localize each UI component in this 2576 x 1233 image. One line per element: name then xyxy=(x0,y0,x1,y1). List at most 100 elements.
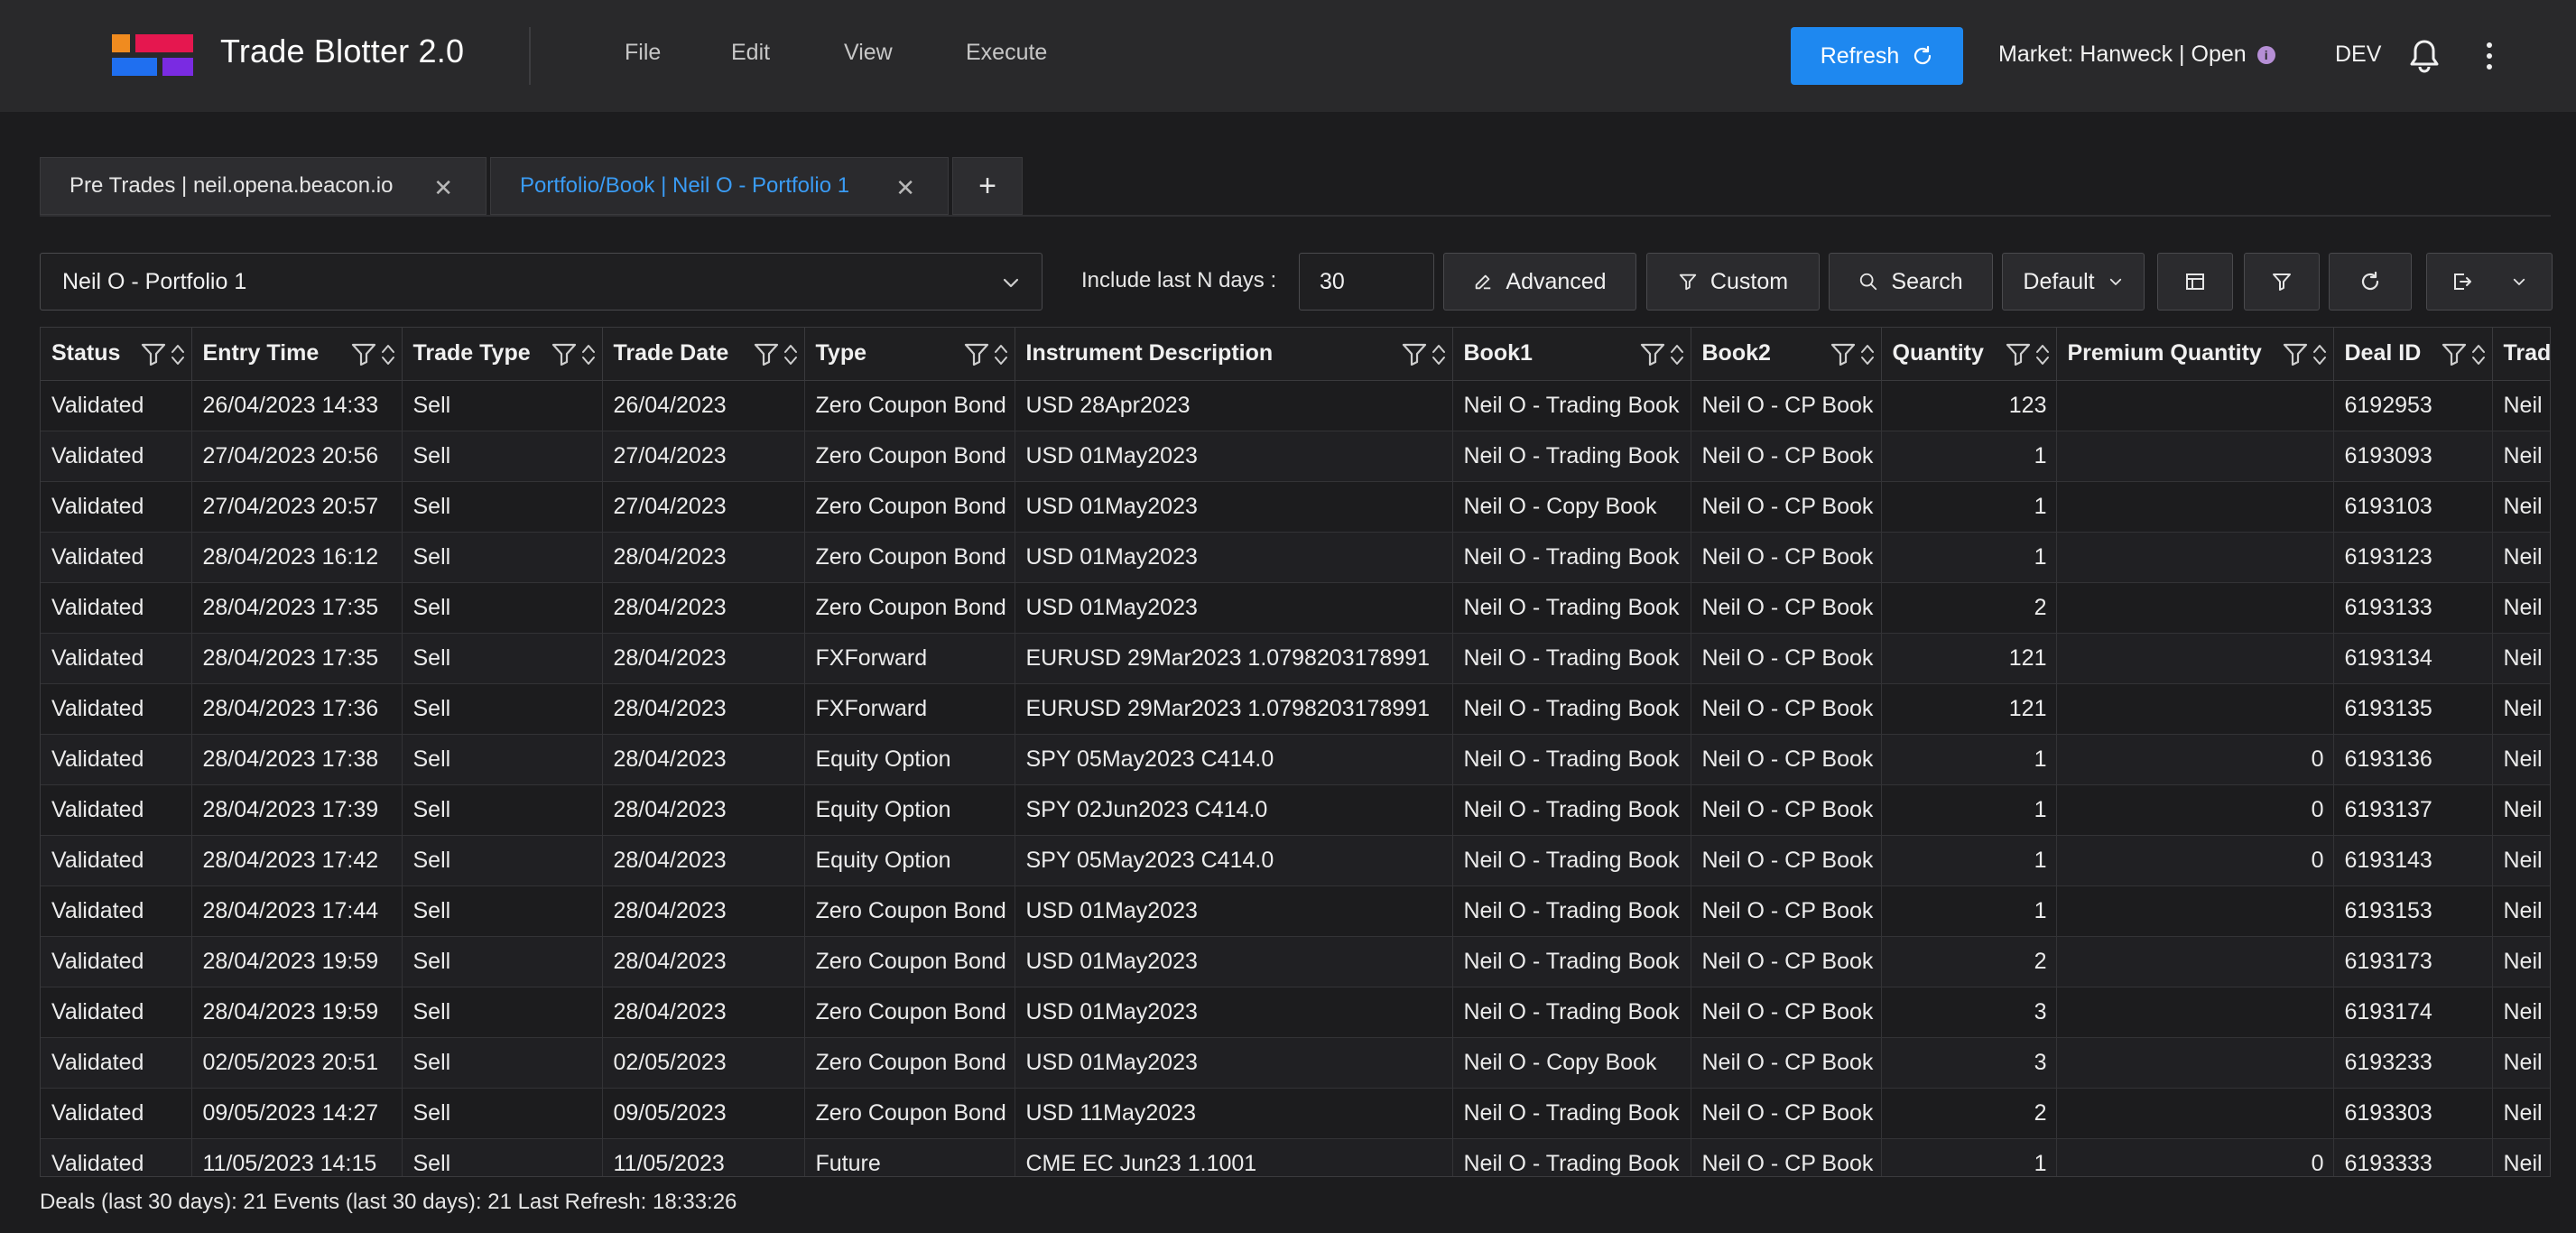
bell-icon[interactable] xyxy=(2408,38,2441,74)
table-cell: Zero Coupon Bond xyxy=(804,1088,1015,1139)
table-cell: 11/05/2023 xyxy=(602,1138,805,1176)
column-header[interactable]: Status xyxy=(41,328,192,381)
filter-icon[interactable] xyxy=(2283,342,2308,374)
info-icon[interactable]: i xyxy=(2256,45,2275,64)
table-cell: Validated xyxy=(41,835,192,886)
column-header[interactable]: Premium Quantity xyxy=(2056,328,2334,381)
table-cell: 27/04/2023 20:56 xyxy=(191,431,403,482)
refresh-button[interactable]: Refresh xyxy=(1791,27,1963,85)
table-row[interactable]: Validated 09/05/2023 14:27 Sell 09/05/2023 Z… xyxy=(41,1088,2550,1139)
ndays-input[interactable] xyxy=(1299,253,1434,311)
table-row[interactable]: Validated 28/04/2023 16:12 Sell 28/04/2023 Z… xyxy=(41,532,2550,583)
sort-icon[interactable] xyxy=(580,342,597,374)
table-row[interactable]: Validated 28/04/2023 17:36 Sell 28/04/2023 F… xyxy=(41,683,2550,735)
sort-icon[interactable] xyxy=(1431,342,1447,374)
table-cell: 02/05/2023 xyxy=(602,1037,805,1089)
table-row[interactable]: Validated 28/04/2023 17:38 Sell 28/04/2023 E… xyxy=(41,734,2550,785)
filter-icon[interactable] xyxy=(1402,342,1427,374)
advanced-button[interactable]: Advanced xyxy=(1443,253,1636,311)
table-cell: 28/04/2023 xyxy=(602,633,805,684)
filter-icon[interactable] xyxy=(2442,342,2467,374)
table-row[interactable]: Validated 11/05/2023 14:15 Sell 11/05/2023 F… xyxy=(41,1138,2550,1176)
tab-pre-trades[interactable]: Pre Trades | neil.opena.beacon.io ✕ xyxy=(40,157,486,215)
close-icon[interactable]: ✕ xyxy=(433,174,453,202)
custom-filter-button[interactable]: Custom xyxy=(1646,253,1820,311)
table-row[interactable]: Validated 26/04/2023 14:33 Sell 26/04/2023 Z… xyxy=(41,380,2550,431)
table-cell: Neil xyxy=(2492,1037,2550,1089)
menu-view[interactable]: View xyxy=(844,40,893,66)
column-header-label: Quantity xyxy=(1892,340,1984,366)
column-header[interactable]: Book1 xyxy=(1452,328,1691,381)
portfolio-select[interactable]: Neil O - Portfolio 1 xyxy=(40,253,1042,311)
tab-portfolio-book[interactable]: Portfolio/Book | Neil O - Portfolio 1 ✕ xyxy=(490,157,949,215)
top-bar: Trade Blotter 2.0 File Edit View Execute… xyxy=(0,0,2576,112)
table-cell: Zero Coupon Bond xyxy=(804,481,1015,533)
sort-icon[interactable] xyxy=(2312,342,2328,374)
column-header[interactable]: Trad xyxy=(2492,328,2550,381)
column-header[interactable]: Type xyxy=(804,328,1015,381)
column-header[interactable]: Entry Time xyxy=(191,328,403,381)
filter-icon[interactable] xyxy=(351,342,376,374)
table-row[interactable]: Validated 28/04/2023 19:59 Sell 28/04/2023 Z… xyxy=(41,936,2550,987)
filter-icon[interactable] xyxy=(141,342,166,374)
filter-icon[interactable] xyxy=(964,342,989,374)
table-cell: USD 01May2023 xyxy=(1015,885,1453,937)
menu-execute[interactable]: Execute xyxy=(966,40,1047,66)
layout-select[interactable]: Default xyxy=(2002,253,2145,311)
sort-icon[interactable] xyxy=(1859,342,1876,374)
more-options-icon[interactable] xyxy=(2479,40,2500,72)
table-row[interactable]: Validated 28/04/2023 17:42 Sell 28/04/2023 E… xyxy=(41,835,2550,886)
column-header[interactable]: Trade Date xyxy=(602,328,805,381)
table-cell: Neil O - Trading Book xyxy=(1452,431,1691,482)
table-row[interactable]: Validated 28/04/2023 17:39 Sell 28/04/2023 E… xyxy=(41,784,2550,836)
table-row[interactable]: Validated 27/04/2023 20:57 Sell 27/04/2023 Z… xyxy=(41,481,2550,533)
search-button[interactable]: Search xyxy=(1829,253,1993,311)
column-header-label: Trade Date xyxy=(613,340,729,366)
filter-toggle-button[interactable] xyxy=(2244,253,2320,311)
column-header[interactable]: Book2 xyxy=(1691,328,1882,381)
table-cell: 28/04/2023 17:36 xyxy=(191,683,403,735)
table-row[interactable]: Validated 02/05/2023 20:51 Sell 02/05/2023 Z… xyxy=(41,1037,2550,1089)
grid-refresh-button[interactable] xyxy=(2329,253,2412,311)
column-header[interactable]: Quantity xyxy=(1881,328,2057,381)
filter-icon[interactable] xyxy=(754,342,779,374)
table-cell: Neil xyxy=(2492,1088,2550,1139)
column-header-icons xyxy=(2442,342,2487,374)
table-row[interactable]: Validated 28/04/2023 17:35 Sell 28/04/2023 Z… xyxy=(41,582,2550,634)
filter-icon[interactable] xyxy=(1640,342,1665,374)
table-cell: 28/04/2023 17:35 xyxy=(191,633,403,684)
sort-icon[interactable] xyxy=(170,342,186,374)
table-row[interactable]: Validated 28/04/2023 17:35 Sell 28/04/2023 F… xyxy=(41,633,2550,684)
sort-icon[interactable] xyxy=(993,342,1009,374)
filter-icon[interactable] xyxy=(1830,342,1856,374)
sort-icon[interactable] xyxy=(1669,342,1685,374)
close-icon[interactable]: ✕ xyxy=(895,174,915,202)
sort-icon[interactable] xyxy=(783,342,799,374)
columns-button[interactable] xyxy=(2157,253,2233,311)
table-cell: 0 xyxy=(2056,1138,2334,1176)
table-cell: USD 01May2023 xyxy=(1015,1037,1453,1089)
table-row[interactable]: Validated 28/04/2023 19:59 Sell 28/04/2023 Z… xyxy=(41,987,2550,1038)
app-logo xyxy=(112,34,193,76)
table-row[interactable]: Validated 28/04/2023 17:44 Sell 28/04/2023 Z… xyxy=(41,885,2550,937)
sort-icon[interactable] xyxy=(2034,342,2051,374)
column-header-label: Book2 xyxy=(1701,340,1771,366)
add-tab-button[interactable]: + xyxy=(952,157,1023,215)
column-header[interactable]: Trade Type xyxy=(402,328,603,381)
column-header-icons xyxy=(1402,342,1447,374)
table-cell: Neil O - CP Book xyxy=(1691,987,1882,1038)
export-button[interactable] xyxy=(2426,253,2553,311)
sort-icon[interactable] xyxy=(380,342,396,374)
filter-icon[interactable] xyxy=(2006,342,2031,374)
advanced-label: Advanced xyxy=(1506,268,1607,294)
menu-file[interactable]: File xyxy=(625,40,661,66)
table-cell: Validated xyxy=(41,1138,192,1176)
table-cell: 6193173 xyxy=(2333,936,2493,987)
table-cell: Neil xyxy=(2492,431,2550,482)
column-header[interactable]: Instrument Description xyxy=(1015,328,1453,381)
sort-icon[interactable] xyxy=(2470,342,2487,374)
table-row[interactable]: Validated 27/04/2023 20:56 Sell 27/04/2023 Z… xyxy=(41,431,2550,482)
column-header[interactable]: Deal ID xyxy=(2333,328,2493,381)
menu-edit[interactable]: Edit xyxy=(731,40,770,66)
filter-icon[interactable] xyxy=(551,342,577,374)
